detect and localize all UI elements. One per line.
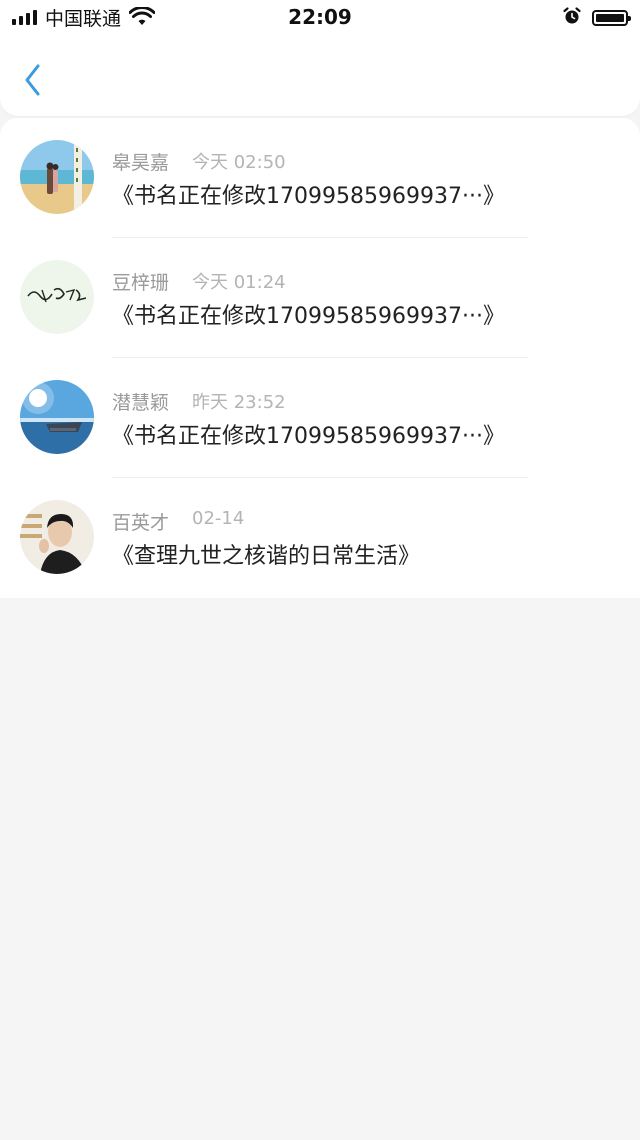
- book-title: 《查理九世之核谐的日常生活》: [112, 544, 421, 569]
- back-button[interactable]: [18, 60, 50, 100]
- message-time: 今天 01:24: [192, 272, 286, 293]
- sender-name: 皋昊嘉: [112, 152, 170, 174]
- portrait-avatar: [20, 500, 94, 574]
- sender-name: 百英才: [112, 512, 170, 534]
- message-time: 今天 02:50: [192, 152, 286, 173]
- alarm-clock-icon: [562, 6, 582, 30]
- calligraphy-avatar: [20, 260, 94, 334]
- sea-boat-avatar: [20, 380, 94, 454]
- message-time: 02-14: [192, 508, 245, 529]
- avatar[interactable]: [20, 140, 94, 214]
- avatar[interactable]: [20, 260, 94, 334]
- status-bar: 中国联通 22:09: [0, 0, 640, 36]
- book-title: 《书名正在修改17099585969937···》: [112, 184, 505, 209]
- sender-name: 豆梓珊: [112, 272, 170, 294]
- message-time: 昨天 23:52: [192, 392, 286, 413]
- status-time: 22:09: [288, 5, 352, 29]
- list-item[interactable]: 百英才 02-14 《查理九世之核谐的日常生活》: [0, 478, 640, 598]
- list-item[interactable]: 豆梓珊 今天 01:24 《书名正在修改17099585969937···》: [0, 238, 640, 358]
- status-right: [562, 6, 631, 30]
- battery-icon: [592, 10, 631, 26]
- sender-name: 潜慧颖: [112, 392, 170, 414]
- nav-bar: [0, 36, 640, 116]
- beach-couple-avatar: [20, 140, 94, 214]
- avatar[interactable]: [20, 500, 94, 574]
- chevron-left-icon: [25, 64, 40, 96]
- avatar[interactable]: [20, 380, 94, 454]
- list-item[interactable]: 潜慧颖 昨天 23:52 《书名正在修改17099585969937···》: [0, 358, 640, 478]
- book-title: 《书名正在修改17099585969937···》: [112, 304, 505, 329]
- message-list: 皋昊嘉 今天 02:50 《书名正在修改17099585969937···》 豆…: [0, 118, 640, 598]
- list-item[interactable]: 皋昊嘉 今天 02:50 《书名正在修改17099585969937···》: [0, 118, 640, 238]
- book-title: 《书名正在修改17099585969937···》: [112, 424, 505, 449]
